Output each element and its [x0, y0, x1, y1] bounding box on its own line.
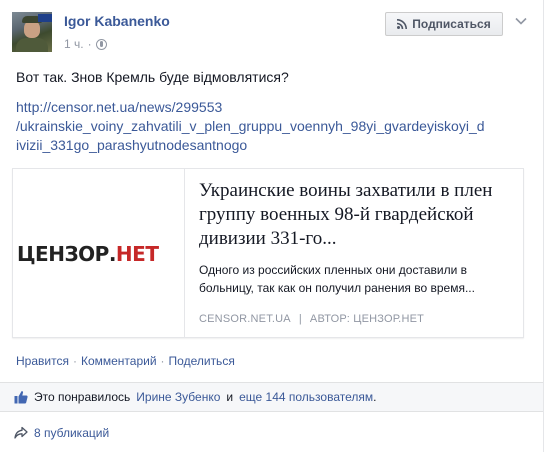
shares-count-link[interactable]: 8 публикаций [34, 426, 109, 440]
globe-icon[interactable] [95, 38, 107, 50]
likes-suffix: . [373, 390, 377, 404]
preview-description: Одного из российских пленных они достави… [199, 263, 475, 295]
thumbs-up-icon [14, 390, 28, 404]
preview-title[interactable]: Украинские воины захватили в плен группу… [199, 179, 517, 251]
author-name[interactable]: Igor Kabanenko [64, 13, 170, 29]
likes-conjunction: и [226, 390, 234, 404]
avatar-body [16, 38, 48, 52]
post-actions: Нравится · Комментарий · Поделиться [16, 354, 235, 368]
censor-logo: ЦЕНЗОР.НЕТ [17, 242, 159, 266]
share-arrow-icon [14, 426, 28, 440]
preview-thumbnail[interactable]: ЦЕНЗОР.НЕТ [13, 169, 185, 337]
comment-link[interactable]: Комментарий [81, 354, 157, 368]
rss-icon [397, 19, 408, 29]
post-time[interactable]: 1 ч. [64, 37, 84, 51]
likes-bar: Это понравилось Ирине Зубенко и еще 144 … [0, 382, 543, 412]
shares-bar[interactable]: 8 публикаций [0, 420, 543, 446]
chevron-down-icon[interactable] [514, 14, 528, 28]
post-card: Igor Kabanenko 1 ч. · Подписаться Вот та… [0, 0, 544, 452]
link-preview-card[interactable]: ЦЕНЗОР.НЕТ Украинские воины захватили в … [12, 168, 524, 338]
preview-source-separator: | [298, 313, 302, 325]
post-status-text: Вот так. Знов Кремль буде відмовлятися? [16, 69, 289, 85]
post-link-line-1[interactable]: http://censor.net.ua/news/299553 [16, 98, 536, 117]
subscribe-button[interactable]: Подписаться [385, 12, 503, 36]
subscribe-label: Подписаться [412, 17, 491, 31]
share-link[interactable]: Поделиться [169, 354, 235, 368]
preview-source: CENSOR.NET.UA | АВТОР: ЦЕНЗОР.НЕТ [199, 313, 424, 325]
avatar-sign [38, 14, 52, 22]
preview-source-author: АВТОР: ЦЕНЗОР.НЕТ [309, 313, 425, 325]
action-separator: · [72, 354, 77, 368]
action-separator: · [160, 354, 165, 368]
post-meta: 1 ч. · [64, 37, 107, 51]
preview-source-domain: CENSOR.NET.UA [199, 313, 291, 325]
like-link[interactable]: Нравится [16, 354, 69, 368]
likes-prefix: Это понравилось [34, 390, 131, 404]
meta-separator: · [87, 37, 92, 51]
post-link-line-3[interactable]: ivizii_331go_parashyutnodesantnogo [16, 136, 536, 155]
liker-name-link[interactable]: Ирине Зубенко [136, 390, 220, 404]
post-link[interactable]: http://censor.net.ua/news/299553 /ukrain… [16, 98, 536, 155]
author-avatar[interactable] [12, 12, 52, 52]
post-link-line-2[interactable]: /ukrainskie_voiny_zahvatili_v_plen_grupp… [16, 117, 536, 136]
other-likers-link[interactable]: еще 144 пользователям [239, 390, 373, 404]
